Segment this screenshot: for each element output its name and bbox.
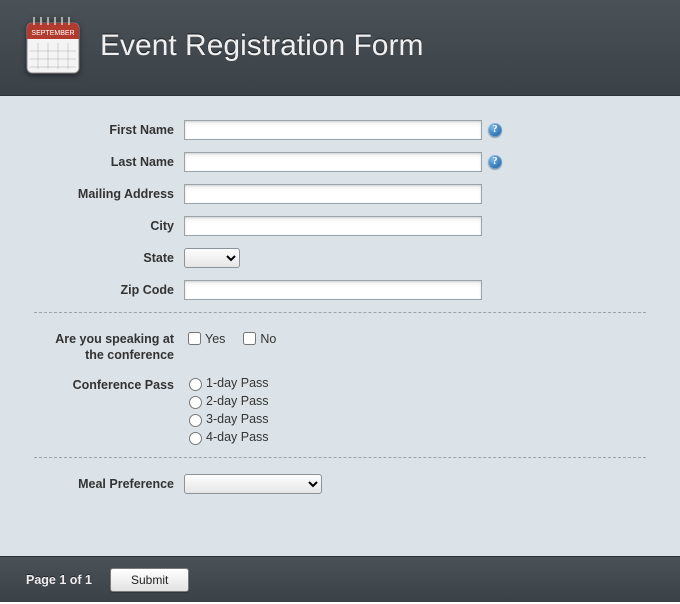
speaking-yes-checkbox[interactable] [188,332,201,345]
first-name-field[interactable] [184,120,482,140]
pass-radio-4[interactable] [189,432,202,445]
state-select[interactable] [184,248,240,268]
meal-preference-select[interactable] [184,474,322,494]
pass-radio-3[interactable] [189,414,202,427]
option-label: Yes [205,332,225,346]
speaking-no-option[interactable]: No [239,329,276,348]
option-label: No [260,332,276,346]
svg-text:SEPTEMBER: SEPTEMBER [31,30,74,37]
form-body: First Name ? Last Name ? Mailing Address… [0,96,680,556]
pass-option-3[interactable]: 3-day Pass [184,411,269,427]
label-first-name: First Name [34,120,184,139]
calendar-icon: SEPTEMBER [24,15,82,77]
page-indicator: Page 1 of 1 [26,573,92,587]
pass-option-2[interactable]: 2-day Pass [184,393,269,409]
label-meal-preference: Meal Preference [34,474,184,493]
divider [34,457,646,458]
pass-option-1[interactable]: 1-day Pass [184,375,269,391]
divider [34,312,646,313]
label-last-name: Last Name [34,152,184,171]
pass-radio-1[interactable] [189,378,202,391]
label-speaking: Are you speaking at the conference [34,329,184,363]
mailing-address-field[interactable] [184,184,482,204]
label-city: City [34,216,184,235]
speaking-no-checkbox[interactable] [243,332,256,345]
speaking-yes-option[interactable]: Yes [184,329,225,348]
help-icon[interactable]: ? [488,123,502,137]
last-name-field[interactable] [184,152,482,172]
pass-option-4[interactable]: 4-day Pass [184,429,269,445]
label-state: State [34,248,184,267]
option-label: 1-day Pass [206,376,269,390]
pass-radio-2[interactable] [189,396,202,409]
footer-bar: Page 1 of 1 Submit [0,556,680,602]
header-bar: SEPTEMBER Event Registration Form [0,0,680,96]
zip-code-field[interactable] [184,280,482,300]
page-title: Event Registration Form [100,29,423,63]
help-icon[interactable]: ? [488,155,502,169]
label-zip-code: Zip Code [34,280,184,299]
label-conference-pass: Conference Pass [34,375,184,394]
city-field[interactable] [184,216,482,236]
option-label: 2-day Pass [206,394,269,408]
submit-button[interactable]: Submit [110,568,189,592]
option-label: 4-day Pass [206,430,269,444]
label-mailing-address: Mailing Address [34,184,184,203]
option-label: 3-day Pass [206,412,269,426]
